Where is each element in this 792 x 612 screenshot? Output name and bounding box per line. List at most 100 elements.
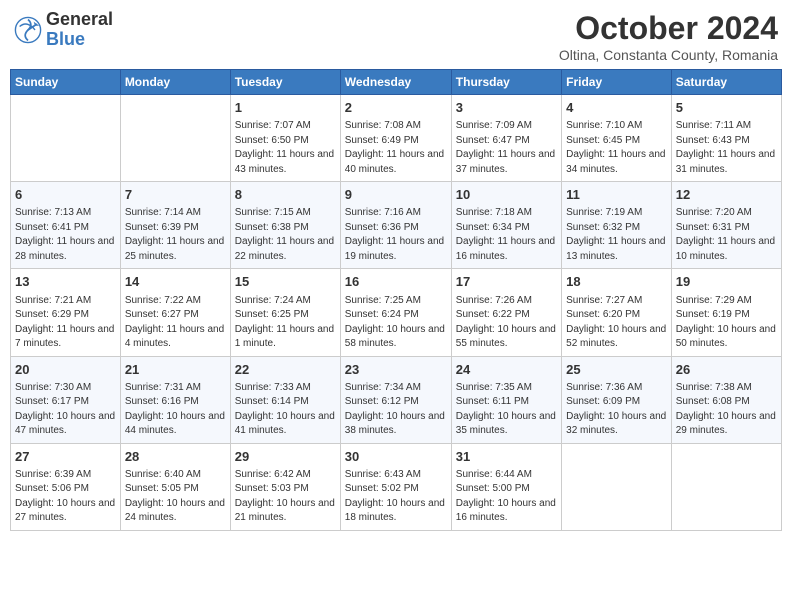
calendar-cell: 29 Sunrise: 6:42 AM Sunset: 5:03 PM Dayli… [230, 443, 340, 530]
calendar-cell: 27 Sunrise: 6:39 AM Sunset: 5:06 PM Dayli… [11, 443, 121, 530]
calendar-cell: 13 Sunrise: 7:21 AM Sunset: 6:29 PM Dayli… [11, 269, 121, 356]
calendar-header-saturday: Saturday [671, 70, 781, 95]
calendar-cell: 25 Sunrise: 7:36 AM Sunset: 6:09 PM Dayli… [562, 356, 672, 443]
day-number: 14 [125, 273, 226, 291]
calendar-cell: 23Sunrise: 7:34 AM Sunset: 6:12 PM Dayli… [340, 356, 451, 443]
day-number: 19 [676, 273, 777, 291]
day-number: 10 [456, 186, 557, 204]
calendar-cell: 7Sunrise: 7:14 AM Sunset: 6:39 PM Daylig… [120, 182, 230, 269]
day-number: 30 [345, 448, 447, 466]
calendar-cell [120, 95, 230, 182]
calendar-header-monday: Monday [120, 70, 230, 95]
calendar-cell: 19 Sunrise: 7:29 AM Sunset: 6:19 PM Dayli… [671, 269, 781, 356]
calendar-cell: 14 Sunrise: 7:22 AM Sunset: 6:27 PM Dayli… [120, 269, 230, 356]
day-info: Sunrise: 7:29 AM Sunset: 6:19 PM Dayligh… [676, 294, 777, 352]
day-info: Sunrise: 6:42 AM Sunset: 5:03 PM Dayligh… [235, 468, 336, 526]
calendar-cell: 5Sunrise: 7:11 AM Sunset: 6:43 PM Daylig… [671, 95, 781, 182]
calendar-cell: 18 Sunrise: 7:27 AM Sunset: 6:20 PM Dayli… [562, 269, 672, 356]
calendar-cell: 2Sunrise: 7:08 AM Sunset: 6:49 PM Daylig… [340, 95, 451, 182]
day-info: Sunrise: 7:16 AM Sunset: 6:36 PM Dayligh… [345, 206, 447, 264]
calendar-week-row: 6 Sunrise: 7:13 AM Sunset: 6:41 PM Daylig… [11, 182, 782, 269]
calendar-cell: 22 Sunrise: 7:33 AM Sunset: 6:14 PM Dayli… [230, 356, 340, 443]
calendar-header-friday: Friday [562, 70, 672, 95]
calendar-cell: 28 Sunrise: 6:40 AM Sunset: 5:05 PM Dayli… [120, 443, 230, 530]
day-info: Sunrise: 7:07 AM Sunset: 6:50 PM Dayligh… [235, 119, 336, 177]
day-info: Sunrise: 7:10 AM Sunset: 6:45 PM Dayligh… [566, 119, 667, 177]
calendar-header-tuesday: Tuesday [230, 70, 340, 95]
calendar-cell [562, 443, 672, 530]
day-info: Sunrise: 7:11 AM Sunset: 6:43 PM Dayligh… [676, 119, 777, 177]
calendar-cell [671, 443, 781, 530]
day-info: Sunrise: 7:24 AM Sunset: 6:25 PM Dayligh… [235, 294, 336, 352]
day-number: 9 [345, 186, 447, 204]
calendar-cell: 1 Sunrise: 7:07 AM Sunset: 6:50 PM Daylig… [230, 95, 340, 182]
day-info: Sunrise: 6:40 AM Sunset: 5:05 PM Dayligh… [125, 468, 226, 526]
day-number: 6 [15, 186, 116, 204]
day-info: Sunrise: 7:19 AM Sunset: 6:32 PM Dayligh… [566, 206, 667, 264]
day-number: 3 [456, 99, 557, 117]
calendar-header-sunday: Sunday [11, 70, 121, 95]
day-number: 25 [566, 361, 667, 379]
day-info: Sunrise: 7:15 AM Sunset: 6:38 PM Dayligh… [235, 206, 336, 264]
day-number: 23 [345, 361, 447, 379]
calendar-week-row: 1 Sunrise: 7:07 AM Sunset: 6:50 PM Daylig… [11, 95, 782, 182]
calendar-cell: 16Sunrise: 7:25 AM Sunset: 6:24 PM Dayli… [340, 269, 451, 356]
calendar-cell: 21 Sunrise: 7:31 AM Sunset: 6:16 PM Dayli… [120, 356, 230, 443]
logo-general: General [46, 10, 113, 30]
day-info: Sunrise: 6:43 AM Sunset: 5:02 PM Dayligh… [345, 468, 447, 526]
calendar-cell: 9 Sunrise: 7:16 AM Sunset: 6:36 PM Daylig… [340, 182, 451, 269]
day-number: 12 [676, 186, 777, 204]
day-number: 28 [125, 448, 226, 466]
page-header: General Blue October 2024 Oltina, Consta… [10, 10, 782, 63]
calendar-cell: 12Sunrise: 7:20 AM Sunset: 6:31 PM Dayli… [671, 182, 781, 269]
day-number: 7 [125, 186, 226, 204]
day-number: 24 [456, 361, 557, 379]
day-number: 18 [566, 273, 667, 291]
day-info: Sunrise: 7:26 AM Sunset: 6:22 PM Dayligh… [456, 294, 557, 352]
calendar-cell: 4Sunrise: 7:10 AM Sunset: 6:45 PM Daylig… [562, 95, 672, 182]
calendar-cell: 26Sunrise: 7:38 AM Sunset: 6:08 PM Dayli… [671, 356, 781, 443]
day-number: 13 [15, 273, 116, 291]
calendar-header-thursday: Thursday [451, 70, 561, 95]
calendar-week-row: 20Sunrise: 7:30 AM Sunset: 6:17 PM Dayli… [11, 356, 782, 443]
day-number: 17 [456, 273, 557, 291]
day-info: Sunrise: 7:38 AM Sunset: 6:08 PM Dayligh… [676, 381, 777, 439]
logo: General Blue [14, 10, 113, 50]
day-info: Sunrise: 7:09 AM Sunset: 6:47 PM Dayligh… [456, 119, 557, 177]
calendar-cell: 11 Sunrise: 7:19 AM Sunset: 6:32 PM Dayli… [562, 182, 672, 269]
day-info: Sunrise: 7:25 AM Sunset: 6:24 PM Dayligh… [345, 294, 447, 352]
day-info: Sunrise: 7:13 AM Sunset: 6:41 PM Dayligh… [15, 206, 116, 264]
location: Oltina, Constanta County, Romania [559, 47, 778, 63]
calendar-cell: 6 Sunrise: 7:13 AM Sunset: 6:41 PM Daylig… [11, 182, 121, 269]
logo-blue: Blue [46, 30, 113, 50]
logo-text: General Blue [46, 10, 113, 50]
calendar-cell [11, 95, 121, 182]
day-info: Sunrise: 7:35 AM Sunset: 6:11 PM Dayligh… [456, 381, 557, 439]
day-number: 29 [235, 448, 336, 466]
calendar-week-row: 27 Sunrise: 6:39 AM Sunset: 5:06 PM Dayli… [11, 443, 782, 530]
calendar-cell: 17 Sunrise: 7:26 AM Sunset: 6:22 PM Dayli… [451, 269, 561, 356]
day-info: Sunrise: 7:36 AM Sunset: 6:09 PM Dayligh… [566, 381, 667, 439]
calendar-cell: 3 Sunrise: 7:09 AM Sunset: 6:47 PM Daylig… [451, 95, 561, 182]
day-info: Sunrise: 7:21 AM Sunset: 6:29 PM Dayligh… [15, 294, 116, 352]
logo-icon [14, 16, 42, 44]
day-number: 11 [566, 186, 667, 204]
calendar-table: SundayMondayTuesdayWednesdayThursdayFrid… [10, 69, 782, 531]
day-info: Sunrise: 7:31 AM Sunset: 6:16 PM Dayligh… [125, 381, 226, 439]
day-info: Sunrise: 7:27 AM Sunset: 6:20 PM Dayligh… [566, 294, 667, 352]
day-number: 21 [125, 361, 226, 379]
day-info: Sunrise: 7:33 AM Sunset: 6:14 PM Dayligh… [235, 381, 336, 439]
day-info: Sunrise: 6:44 AM Sunset: 5:00 PM Dayligh… [456, 468, 557, 526]
day-number: 27 [15, 448, 116, 466]
day-info: Sunrise: 6:39 AM Sunset: 5:06 PM Dayligh… [15, 468, 116, 526]
day-number: 22 [235, 361, 336, 379]
day-info: Sunrise: 7:30 AM Sunset: 6:17 PM Dayligh… [15, 381, 116, 439]
calendar-cell: 8 Sunrise: 7:15 AM Sunset: 6:38 PM Daylig… [230, 182, 340, 269]
calendar-header-wednesday: Wednesday [340, 70, 451, 95]
day-number: 15 [235, 273, 336, 291]
calendar-cell: 24 Sunrise: 7:35 AM Sunset: 6:11 PM Dayli… [451, 356, 561, 443]
day-number: 8 [235, 186, 336, 204]
day-number: 2 [345, 99, 447, 117]
day-number: 1 [235, 99, 336, 117]
day-info: Sunrise: 7:22 AM Sunset: 6:27 PM Dayligh… [125, 294, 226, 352]
